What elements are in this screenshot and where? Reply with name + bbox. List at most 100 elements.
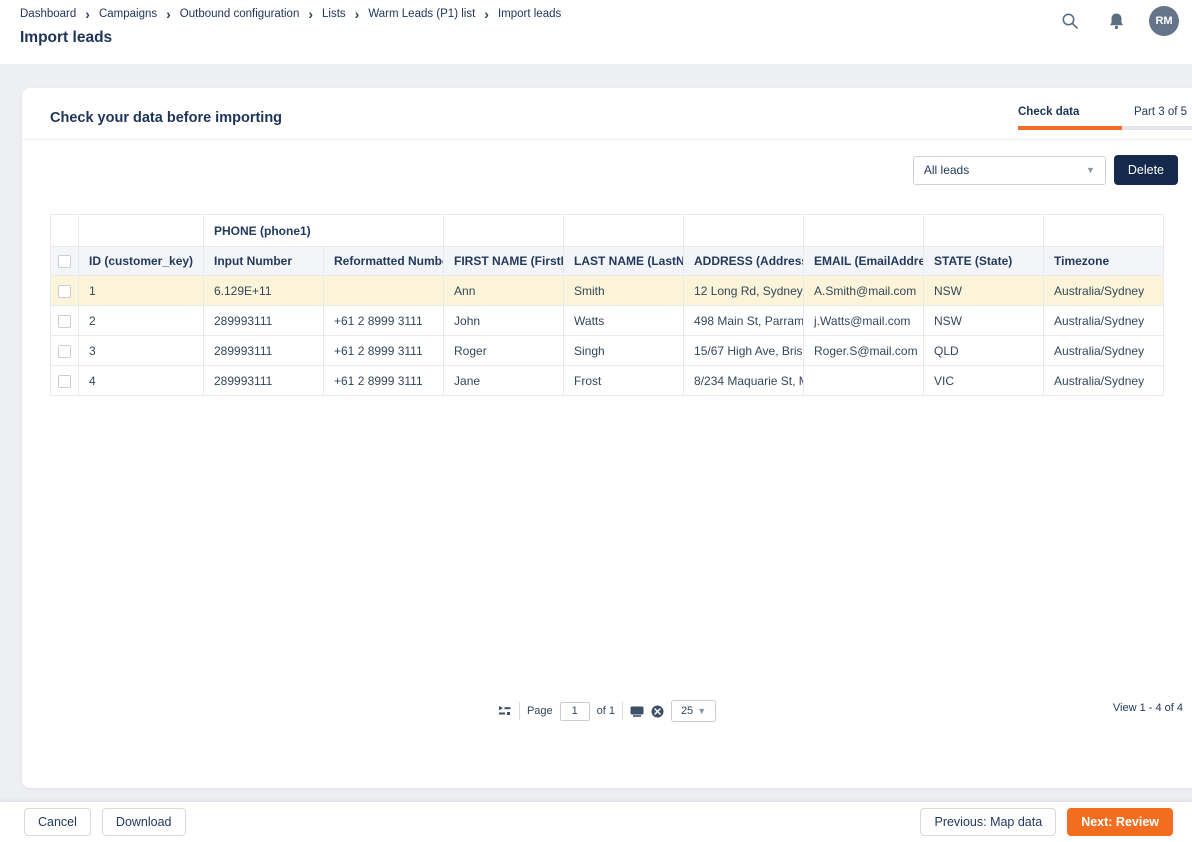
cell-address: 12 Long Rd, Sydney <box>684 276 804 306</box>
breadcrumb-item[interactable]: Campaigns <box>99 8 157 20</box>
group-cell-empty <box>684 215 804 247</box>
table-row: 4289993111+61 2 8999 3111JaneFrost8/234 … <box>51 366 1164 396</box>
table-wrap: PHONE (phone1)ID (customer_key)Input Num… <box>22 200 1192 396</box>
leads-table: PHONE (phone1)ID (customer_key)Input Num… <box>50 214 1164 396</box>
cell-reformatted: +61 2 8999 3111 <box>324 336 444 366</box>
clear-icon[interactable] <box>651 705 664 718</box>
row-checkbox[interactable] <box>58 375 71 388</box>
cell-email: Roger.S@mail.com <box>804 336 924 366</box>
pager-divider <box>622 702 623 720</box>
progress-fill <box>1018 126 1122 130</box>
footer-left-actions: Cancel Download <box>24 808 186 836</box>
chevron-down-icon: ▼ <box>697 706 706 716</box>
page-size-select[interactable]: 25 ▼ <box>671 700 716 722</box>
breadcrumb-item[interactable]: Warm Leads (P1) list <box>368 8 475 20</box>
cell-last: Singh <box>564 336 684 366</box>
column-header[interactable]: EMAIL (EmailAddress) <box>804 247 924 276</box>
cell-first: Ann <box>444 276 564 306</box>
footer-right-actions: Previous: Map data Next: Review <box>920 808 1173 836</box>
cell-id: 4 <box>79 366 204 396</box>
row-checkbox[interactable] <box>58 285 71 298</box>
cell-state: QLD <box>924 336 1044 366</box>
cell-timezone: Australia/Sydney <box>1044 336 1164 366</box>
column-header[interactable]: STATE (State) <box>924 247 1044 276</box>
leads-filter-select[interactable]: All leads ▼ <box>913 156 1106 185</box>
card-title: Check your data before importing <box>50 106 282 126</box>
row-checkbox[interactable] <box>58 345 71 358</box>
previous-button[interactable]: Previous: Map data <box>920 808 1056 836</box>
pager-divider <box>519 702 520 720</box>
download-button[interactable]: Download <box>102 808 186 836</box>
keyboard-icon[interactable] <box>630 706 644 717</box>
chevron-right-icon: › <box>166 9 171 20</box>
main-card: Check your data before importing Check d… <box>22 88 1192 788</box>
cell-address: 8/234 Maquarie St, Me <box>684 366 804 396</box>
breadcrumb: Dashboard › Campaigns › Outbound configurati… <box>0 0 1192 20</box>
pager-layout-icon[interactable] <box>498 705 512 717</box>
column-header[interactable]: Reformatted Number <box>324 247 444 276</box>
cell-email <box>804 366 924 396</box>
footer-action-bar: Cancel Download Previous: Map data Next:… <box>0 802 1192 842</box>
group-header-row: PHONE (phone1) <box>51 215 1164 247</box>
group-cell-empty <box>51 215 79 247</box>
avatar[interactable]: RM <box>1149 6 1179 36</box>
cell-id: 3 <box>79 336 204 366</box>
breadcrumb-item[interactable]: Outbound configuration <box>180 8 300 20</box>
page-title: Import leads <box>20 29 1192 47</box>
column-header[interactable]: LAST NAME (LastName) <box>564 247 684 276</box>
delete-button[interactable]: Delete <box>1114 155 1178 185</box>
bell-icon[interactable] <box>1103 8 1129 34</box>
group-cell-empty <box>79 215 204 247</box>
tab-check-data[interactable]: Check data <box>1018 106 1079 118</box>
view-count: View 1 - 4 of 4 <box>1113 702 1183 714</box>
cell-email: A.Smith@mail.com <box>804 276 924 306</box>
cell-state: NSW <box>924 276 1044 306</box>
cell-address: 15/67 High Ave, Brisba <box>684 336 804 366</box>
column-header-row: ID (customer_key)Input NumberReformatted… <box>51 247 1164 276</box>
cell-first: John <box>444 306 564 336</box>
table-body: 16.129E+11AnnSmith12 Long Rd, SydneyA.Sm… <box>51 276 1164 396</box>
cell-input_number: 289993111 <box>204 306 324 336</box>
row-checkbox[interactable] <box>58 315 71 328</box>
cell-last: Smith <box>564 276 684 306</box>
breadcrumb-item[interactable]: Dashboard <box>20 8 76 20</box>
cell-last: Watts <box>564 306 684 336</box>
breadcrumb-item[interactable]: Import leads <box>498 8 561 20</box>
column-header[interactable]: ID (customer_key) <box>79 247 204 276</box>
group-header-phone: PHONE (phone1) <box>204 215 444 247</box>
column-header[interactable]: Timezone <box>1044 247 1164 276</box>
cell-first: Roger <box>444 336 564 366</box>
cell-timezone: Australia/Sydney <box>1044 276 1164 306</box>
cell-input_number: 6.129E+11 <box>204 276 324 306</box>
cell-timezone: Australia/Sydney <box>1044 366 1164 396</box>
breadcrumb-item[interactable]: Lists <box>322 8 346 20</box>
search-icon[interactable] <box>1057 8 1083 34</box>
top-header: Dashboard › Campaigns › Outbound configurati… <box>0 0 1192 64</box>
page-number-input[interactable] <box>560 702 590 721</box>
column-header[interactable]: Input Number <box>204 247 324 276</box>
group-cell-empty <box>1044 215 1164 247</box>
group-cell-empty <box>444 215 564 247</box>
column-header[interactable]: FIRST NAME (FirstName) <box>444 247 564 276</box>
table-row: 2289993111+61 2 8999 3111JohnWatts498 Ma… <box>51 306 1164 336</box>
cell-reformatted: +61 2 8999 3111 <box>324 366 444 396</box>
cell-address: 498 Main St, Parramatt <box>684 306 804 336</box>
select-all-checkbox[interactable] <box>58 255 71 268</box>
column-header[interactable]: ADDRESS (Address) <box>684 247 804 276</box>
next-button[interactable]: Next: Review <box>1067 808 1173 836</box>
step-indicator: Part 3 of 5 <box>1134 106 1187 118</box>
group-cell-empty <box>564 215 684 247</box>
table-toolbar: All leads ▼ Delete <box>22 140 1192 200</box>
page-size-value: 25 <box>681 705 693 717</box>
progress-track <box>1018 126 1192 130</box>
pager-row: Page of 1 25 ▼ View 1 - 4 of 4 <box>22 698 1192 724</box>
cell-state: VIC <box>924 366 1044 396</box>
card-header: Check your data before importing Check d… <box>22 88 1192 140</box>
cancel-button[interactable]: Cancel <box>24 808 91 836</box>
page-of-label: of 1 <box>597 705 615 717</box>
group-cell-empty <box>804 215 924 247</box>
table-row: 3289993111+61 2 8999 3111RogerSingh15/67… <box>51 336 1164 366</box>
chevron-right-icon: › <box>355 9 360 20</box>
cell-input_number: 289993111 <box>204 336 324 366</box>
row-checkbox-cell <box>51 366 79 396</box>
